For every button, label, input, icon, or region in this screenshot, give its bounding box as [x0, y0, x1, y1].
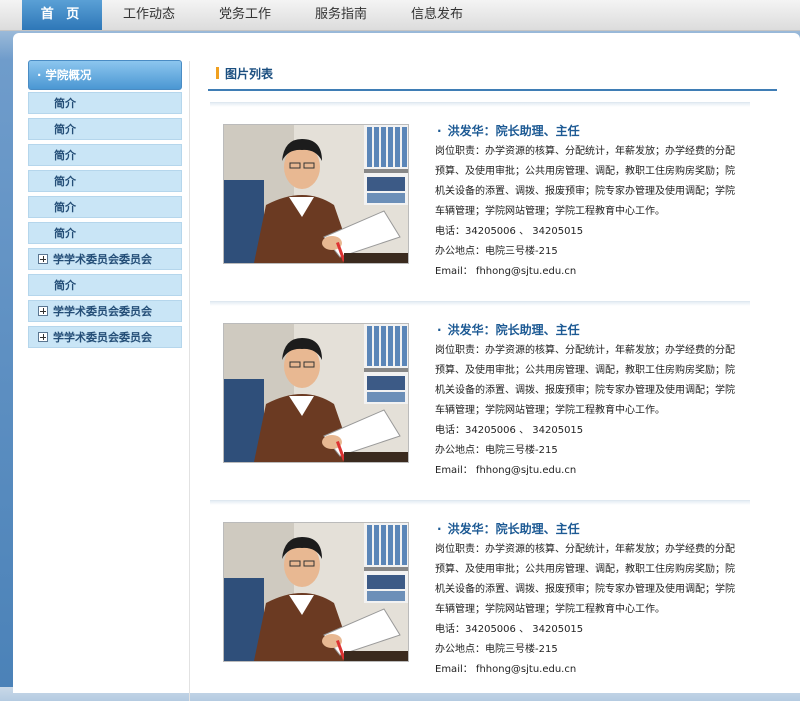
top-nav: 首 页 工作动态 党务工作 服务指南 信息发布 — [0, 0, 800, 31]
expand-plus-icon[interactable] — [38, 254, 48, 264]
person-photo[interactable] — [223, 323, 409, 463]
person-card: · 洪发华：院长助理、主任 岗位职责：办学资源的核算、分配统计，年薪发放；办学经费… — [223, 120, 753, 280]
person-office: 办公地点：电院三号楼-215 — [435, 644, 558, 655]
person-duties: 岗位职责：办学资源的核算、分配统计，年薪发放；办学经费的分配预算、及使用审批；公… — [435, 146, 735, 217]
sidebar-item-academic-committee[interactable]: 学学术委员会委员会 — [28, 300, 182, 322]
person-info: · 洪发华：院长助理、主任 岗位职责：办学资源的核算、分配统计，年薪发放；办学经费… — [435, 319, 755, 481]
sidebar-item-academic-committee[interactable]: 学学术委员会委员会 — [28, 248, 182, 270]
sidebar-item-label: 简介 — [54, 123, 76, 136]
section-title: 图片列表 — [225, 67, 274, 81]
sidebar-item-label: 简介 — [54, 227, 76, 240]
section-header: 图片列表 — [208, 63, 777, 91]
sidebar-item-intro[interactable]: 简介 — [28, 118, 182, 140]
sidebar-item-label: 学学术委员会委员会 — [53, 305, 152, 318]
sidebar-item-label: 简介 — [54, 149, 76, 162]
nav-item-work-news[interactable]: 工作动态 — [108, 0, 190, 30]
person-name-link[interactable]: · 洪发华：院长助理、主任 — [435, 518, 755, 540]
person-name: 洪发华：院长助理、主任 — [447, 323, 580, 337]
person-info: · 洪发华：院长助理、主任 岗位职责：办学资源的核算、分配统计，年薪发放；办学经费… — [435, 120, 755, 282]
nav-item-home[interactable]: 首 页 — [22, 0, 102, 30]
person-name: 洪发华：院长助理、主任 — [447, 124, 580, 138]
sidebar-item-label: 简介 — [54, 279, 76, 292]
sidebar-item-intro[interactable]: 简介 — [28, 144, 182, 166]
person-name-link[interactable]: · 洪发华：院长助理、主任 — [435, 120, 755, 142]
card-divider — [210, 500, 750, 505]
nav-item-service-guide[interactable]: 服务指南 — [300, 0, 382, 30]
nav-item-info-release[interactable]: 信息发布 — [396, 0, 478, 30]
person-email: Email： fhhong@sjtu.edu.cn — [435, 465, 577, 476]
sidebar-item-label: 学学术委员会委员会 — [53, 331, 152, 344]
bullet-icon: · — [437, 124, 442, 138]
sidebar-item-intro[interactable]: 简介 — [28, 92, 182, 114]
bullet-icon: · — [437, 522, 442, 536]
sidebar-item-intro[interactable]: 简介 — [28, 196, 182, 218]
person-photo[interactable] — [223, 522, 409, 662]
sidebar-item-intro[interactable]: 简介 — [28, 274, 182, 296]
person-email: Email： fhhong@sjtu.edu.cn — [435, 266, 577, 277]
accent-bar — [216, 67, 219, 79]
sidebar-item-label: 学学术委员会委员会 — [53, 253, 152, 266]
person-phone: 电话：34205006 、 34205015 — [435, 425, 584, 436]
sidebar-divider — [189, 61, 190, 701]
sidebar-item-intro[interactable]: 简介 — [28, 170, 182, 192]
expand-plus-icon[interactable] — [38, 332, 48, 342]
sidebar-item-academic-committee[interactable]: 学学术委员会委员会 — [28, 326, 182, 348]
nav-item-party-work[interactable]: 党务工作 — [204, 0, 286, 30]
person-photo[interactable] — [223, 124, 409, 264]
card-divider — [210, 102, 750, 107]
person-info: · 洪发华：院长助理、主任 岗位职责：办学资源的核算、分配统计，年薪发放；办学经费… — [435, 518, 755, 680]
person-name: 洪发华：院长助理、主任 — [447, 522, 580, 536]
person-card: · 洪发华：院长助理、主任 岗位职责：办学资源的核算、分配统计，年薪发放；办学经费… — [223, 518, 753, 678]
person-phone: 电话：34205006 、 34205015 — [435, 624, 584, 635]
person-duties: 岗位职责：办学资源的核算、分配统计，年薪发放；办学经费的分配预算、及使用审批；公… — [435, 345, 735, 416]
sidebar-item-intro[interactable]: 简介 — [28, 222, 182, 244]
person-phone: 电话：34205006 、 34205015 — [435, 226, 584, 237]
sidebar-item-label: 简介 — [54, 201, 76, 214]
person-email: Email： fhhong@sjtu.edu.cn — [435, 664, 577, 675]
person-duties: 岗位职责：办学资源的核算、分配统计，年薪发放；办学经费的分配预算、及使用审批；公… — [435, 544, 735, 615]
sidebar-item-label: 简介 — [54, 175, 76, 188]
expand-plus-icon[interactable] — [38, 306, 48, 316]
sidebar-item-label: 简介 — [54, 97, 76, 110]
bullet-icon: · — [437, 323, 442, 337]
person-name-link[interactable]: · 洪发华：院长助理、主任 — [435, 319, 755, 341]
sidebar-title[interactable]: · 学院概况 — [28, 60, 182, 90]
person-office: 办公地点：电院三号楼-215 — [435, 445, 558, 456]
person-office: 办公地点：电院三号楼-215 — [435, 246, 558, 257]
card-divider — [210, 301, 750, 306]
sidebar: · 学院概况 简介 简介 简介 简介 简介 简介 学学术委员会委员会 简介 学学… — [28, 60, 182, 352]
person-card: · 洪发华：院长助理、主任 岗位职责：办学资源的核算、分配统计，年薪发放；办学经费… — [223, 319, 753, 479]
